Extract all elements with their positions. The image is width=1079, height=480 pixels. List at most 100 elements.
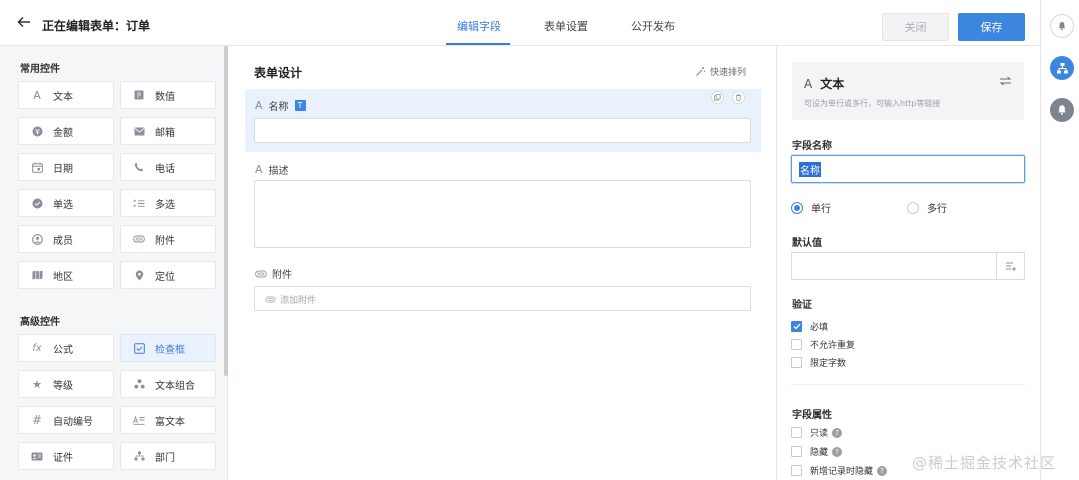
default-value-input[interactable] bbox=[791, 252, 1025, 280]
checkbox-option[interactable]: 新增记录时隐藏? bbox=[791, 464, 888, 477]
control-text-combo[interactable]: 文本组合 bbox=[120, 370, 216, 398]
canvas-title: 表单设计 bbox=[254, 66, 303, 80]
form-editor-app: 正在编辑表单：订单 编辑字段 表单设置 公开发布 关闭 保存 常用控件 A 文本数… bbox=[0, 0, 1079, 480]
multi-select-icon bbox=[132, 196, 146, 210]
bell-icon[interactable] bbox=[1050, 14, 1074, 38]
control-multi-select[interactable]: 多选 bbox=[120, 189, 216, 217]
control-formula[interactable]: fx 公式 bbox=[18, 334, 114, 362]
single-line-label: 单行 bbox=[811, 204, 831, 215]
default-value-label: 默认值 bbox=[792, 238, 822, 249]
control-label: 成员 bbox=[53, 235, 73, 247]
user-icon bbox=[30, 232, 44, 246]
text-icon: A bbox=[33, 88, 41, 102]
palette-scrollbar[interactable] bbox=[224, 46, 228, 376]
field-type-card: A 文本 可设为单行或多行，可输入http等链接 bbox=[792, 62, 1024, 120]
control-paperclip[interactable]: 附件 bbox=[120, 225, 216, 253]
currency-icon bbox=[30, 124, 44, 138]
control-checkbox[interactable]: 检查框 bbox=[120, 334, 216, 362]
text-type-icon: A bbox=[255, 99, 263, 112]
control-calendar[interactable]: 日期 bbox=[18, 153, 114, 181]
control-map[interactable]: 地区 bbox=[18, 261, 114, 289]
name-input[interactable] bbox=[254, 118, 751, 143]
default-value-picker[interactable] bbox=[996, 253, 1024, 279]
control-star[interactable]: ★ 等级 bbox=[18, 370, 114, 398]
description-textarea[interactable] bbox=[254, 180, 751, 248]
control-radio[interactable]: 单选 bbox=[18, 189, 114, 217]
form-field-attachment[interactable]: 附件 添加附件 bbox=[245, 260, 761, 316]
control-mail[interactable]: 邮箱 bbox=[120, 117, 216, 145]
list-insert-icon bbox=[1005, 262, 1016, 271]
checkbox-option[interactable]: 必填 bbox=[791, 320, 828, 333]
field-name-input[interactable]: 名称 bbox=[791, 155, 1025, 183]
checkbox-checked-icon bbox=[791, 321, 802, 332]
map-icon bbox=[30, 268, 44, 282]
tab-publish[interactable]: 公开发布 bbox=[631, 18, 675, 34]
control-phone[interactable]: 电话 bbox=[120, 153, 216, 181]
active-tab-indicator bbox=[446, 43, 510, 45]
form-field-description[interactable]: A 描述 bbox=[245, 154, 761, 250]
control-label: 自动编号 bbox=[53, 416, 93, 428]
control-currency[interactable]: 金额 bbox=[18, 117, 114, 145]
notification-icon[interactable] bbox=[1050, 98, 1074, 122]
field-label: 描述 bbox=[268, 166, 289, 177]
form-canvas: 表单设计 快速排列 A 名称 T A 描述 附件 添加附件 bbox=[229, 46, 777, 480]
control-label: 部门 bbox=[155, 452, 175, 464]
checkbox-option[interactable]: 限定字数 bbox=[791, 356, 846, 369]
text-combo-icon bbox=[132, 377, 146, 391]
checkbox-unchecked-icon bbox=[791, 357, 802, 368]
field-label-row: 附件 bbox=[255, 266, 292, 281]
back-arrow-icon[interactable] bbox=[16, 14, 32, 30]
control-id-card[interactable]: 证件 bbox=[18, 442, 114, 470]
help-icon[interactable]: ? bbox=[832, 427, 843, 438]
tab-form-settings[interactable]: 表单设置 bbox=[544, 18, 588, 34]
calendar-icon bbox=[30, 160, 44, 174]
field-name-label: 字段名称 bbox=[792, 141, 832, 152]
trash-icon[interactable] bbox=[732, 91, 745, 104]
field-type-badge: T bbox=[294, 100, 306, 111]
control-number[interactable]: 数值 bbox=[120, 81, 216, 109]
checkbox-unchecked-icon bbox=[791, 465, 802, 476]
org-chart-icon[interactable] bbox=[1050, 56, 1074, 80]
formula-icon: fx bbox=[32, 342, 42, 354]
watermark: @稀土掘金技术社区 bbox=[912, 454, 1057, 472]
paperclip-icon bbox=[132, 232, 146, 246]
tab-edit-fields[interactable]: 编辑字段 bbox=[457, 18, 501, 34]
control-label: 日期 bbox=[53, 163, 73, 175]
attachment-placeholder-text: 添加附件 bbox=[280, 296, 317, 306]
control-rich-text[interactable]: 富文本 bbox=[120, 406, 216, 434]
control-label: 公式 bbox=[53, 344, 73, 356]
checkbox-option[interactable]: 隐藏? bbox=[791, 445, 843, 458]
form-field-name[interactable]: A 名称 T bbox=[245, 89, 761, 152]
field-label-row: A 名称 T bbox=[255, 98, 306, 113]
control-text[interactable]: A 文本 bbox=[18, 81, 114, 109]
field-name-value: 名称 bbox=[799, 162, 821, 177]
close-button[interactable]: 关闭 bbox=[882, 13, 949, 41]
copy-icon[interactable] bbox=[711, 91, 724, 104]
save-button[interactable]: 保存 bbox=[958, 13, 1025, 41]
switch-type-icon[interactable] bbox=[999, 76, 1012, 86]
hash-icon: # bbox=[31, 413, 43, 427]
section-divider bbox=[791, 384, 1025, 385]
control-department[interactable]: 部门 bbox=[120, 442, 216, 470]
quick-arrange-label: 快速排列 bbox=[710, 68, 747, 78]
checkbox-option[interactable]: 不允许重复 bbox=[791, 338, 855, 351]
checkbox-option[interactable]: 只读? bbox=[791, 426, 843, 439]
quick-arrange-button[interactable]: 快速排列 bbox=[695, 65, 746, 78]
multi-line-radio[interactable]: 多行 bbox=[907, 200, 947, 215]
help-icon[interactable]: ? bbox=[877, 465, 888, 476]
single-line-radio[interactable]: 单行 bbox=[791, 200, 831, 215]
attachment-input[interactable]: 添加附件 bbox=[254, 286, 751, 311]
control-location-pin[interactable]: 定位 bbox=[120, 261, 216, 289]
text-type-icon: A bbox=[804, 77, 813, 91]
control-label: 证件 bbox=[53, 452, 73, 464]
field-type-description: 可设为单行或多行，可输入http等链接 bbox=[804, 99, 941, 108]
checkbox-label: 必填 bbox=[810, 323, 829, 333]
phone-icon bbox=[132, 160, 146, 174]
control-user[interactable]: 成员 bbox=[18, 225, 114, 253]
help-icon[interactable]: ? bbox=[832, 446, 843, 457]
properties-panel: A 文本 可设为单行或多行，可输入http等链接 字段名称 名称 单行 多行 默认… bbox=[778, 46, 1040, 480]
control-hash[interactable]: # 自动编号 bbox=[18, 406, 114, 434]
control-label: 附件 bbox=[155, 235, 175, 247]
number-icon bbox=[132, 88, 146, 102]
radio-unchecked-icon bbox=[907, 201, 919, 214]
